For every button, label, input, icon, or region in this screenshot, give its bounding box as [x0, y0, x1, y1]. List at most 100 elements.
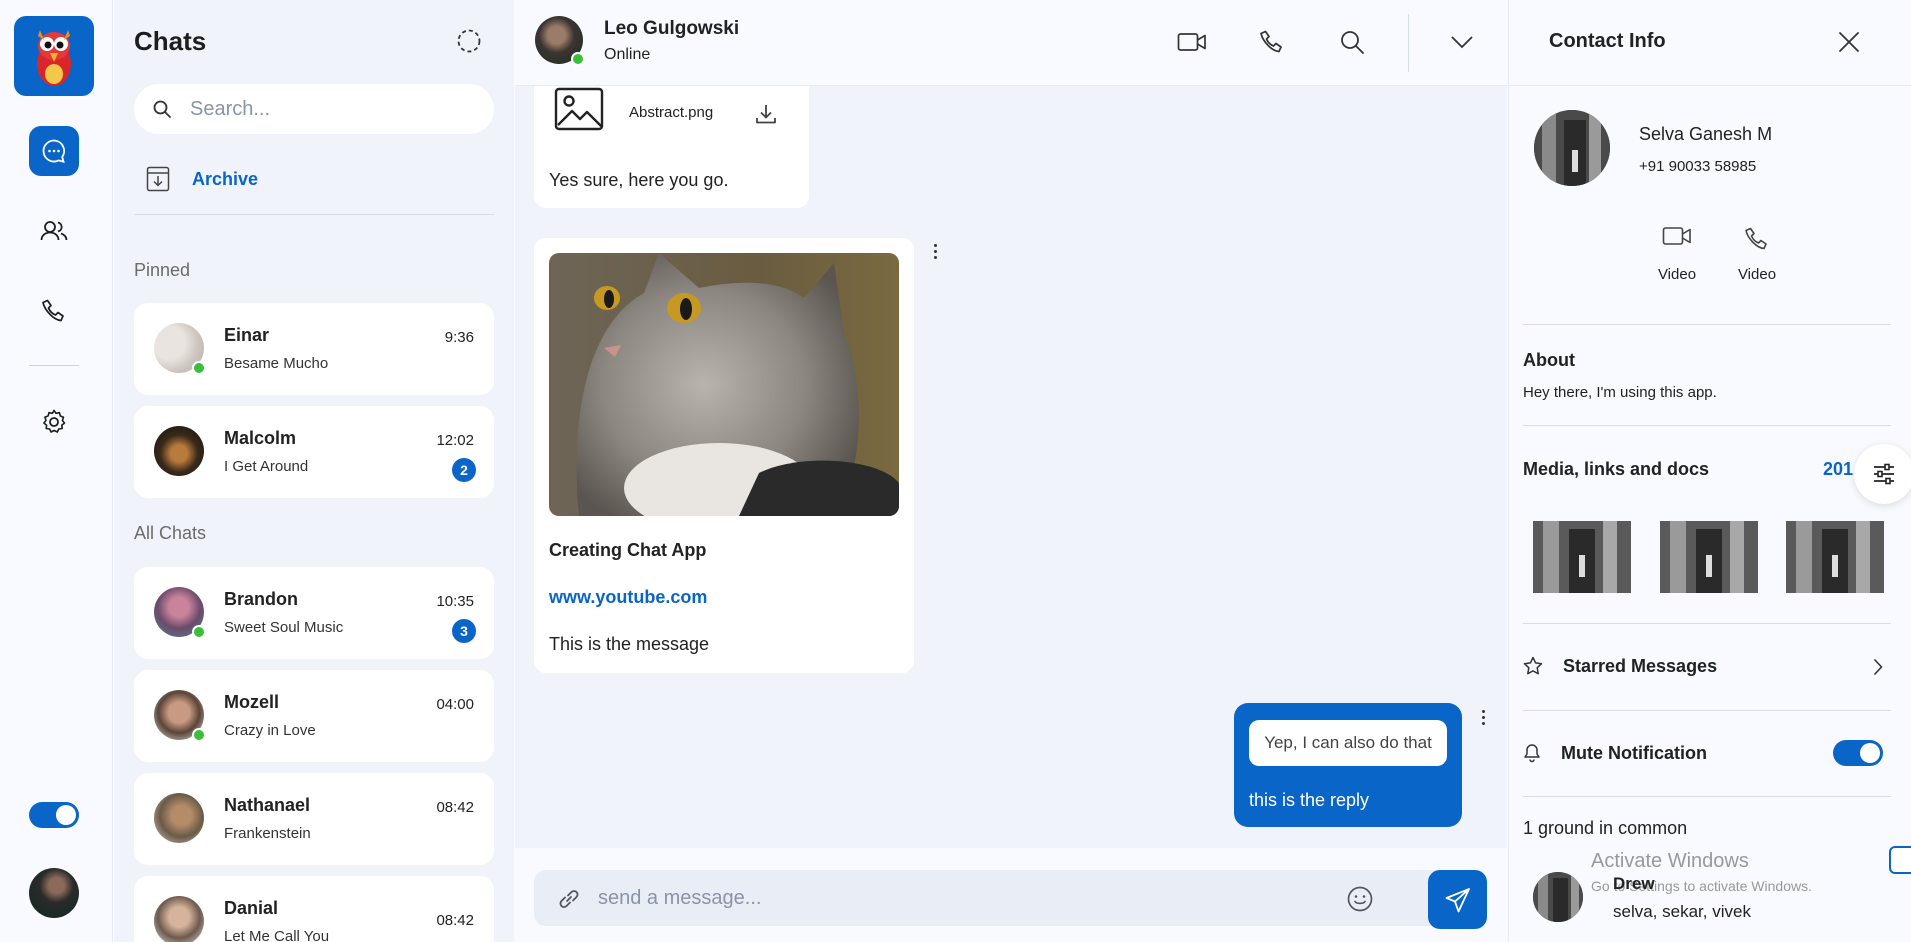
phone-icon [42, 299, 64, 322]
chat-item-nathanael[interactable]: Nathanael Frankenstein 08:42 [134, 773, 494, 865]
message-text: This is the message [549, 634, 710, 654]
video-camera-icon [1662, 227, 1691, 245]
new-status-button[interactable] [456, 28, 482, 54]
action-label: Video [1657, 266, 1697, 283]
gear-icon [43, 409, 66, 433]
filter-button[interactable] [1854, 444, 1911, 504]
message-options-icon[interactable] [1475, 706, 1491, 728]
chat-preview: Let Me Call You [224, 928, 330, 942]
chat-name: Mozell [224, 692, 280, 712]
starred-messages-row[interactable]: Starred Messages [1523, 646, 1891, 686]
contact-voice-call-button[interactable]: Video [1722, 226, 1792, 283]
search-conversation-button[interactable] [1332, 22, 1372, 62]
online-indicator [192, 728, 206, 742]
search-icon [153, 100, 171, 118]
archive-link[interactable]: Archive [146, 166, 258, 192]
contact-video-call-button[interactable]: Video [1642, 226, 1712, 283]
chat-bubble-icon [42, 139, 66, 163]
users-icon [40, 221, 68, 241]
pinned-heading: Pinned [134, 260, 191, 280]
message-field[interactable] [534, 870, 1454, 926]
starred-label: Starred Messages [1563, 655, 1718, 676]
online-indicator [571, 52, 585, 66]
send-paper-plane-icon [1445, 887, 1470, 912]
message-composer [515, 848, 1507, 942]
media-thumbnail[interactable] [1786, 521, 1884, 593]
media-count[interactable]: 201 [1823, 459, 1853, 480]
toggle-knob [1860, 743, 1880, 763]
chats-divider [134, 214, 494, 215]
conversation-menu-button[interactable] [1442, 22, 1482, 62]
sliders-icon [1874, 463, 1894, 485]
close-icon [1839, 32, 1859, 52]
section-divider [1523, 710, 1891, 711]
chat-preview: Frankenstein [224, 825, 311, 842]
chats-panel: Chats Archive Pinned Einar Besame Mucho … [114, 0, 514, 942]
chat-preview: Besame Mucho [224, 355, 329, 372]
chat-item-malcolm[interactable]: Malcolm I Get Around 12:02 2 [134, 406, 494, 498]
app-logo[interactable] [14, 16, 94, 96]
video-call-button[interactable] [1172, 22, 1212, 62]
search-input[interactable] [190, 97, 470, 121]
chat-time: 04:00 [436, 696, 474, 713]
contact-info-avatar[interactable] [1534, 110, 1610, 186]
message-image[interactable] [549, 253, 899, 516]
chevron-down-icon [1451, 36, 1473, 49]
chat-item-einar[interactable]: Einar Besame Mucho 9:36 [134, 303, 494, 395]
avatar [154, 426, 204, 476]
group-avatar[interactable] [1533, 872, 1583, 922]
emoji-smiley-icon[interactable] [1346, 885, 1374, 913]
rail-calls-button[interactable] [29, 286, 79, 336]
chat-search[interactable] [134, 84, 494, 134]
download-icon[interactable] [754, 102, 778, 126]
taskbar-app-icon[interactable] [1889, 846, 1911, 874]
theme-toggle[interactable] [29, 802, 79, 828]
action-label: Video [1737, 266, 1777, 283]
media-thumbnail[interactable] [1533, 521, 1631, 593]
contact-info-title: Contact Info [1549, 30, 1666, 52]
chat-time: 08:42 [436, 799, 474, 816]
link-url[interactable]: www.youtube.com [549, 587, 707, 608]
media-thumbnail[interactable] [1660, 521, 1758, 593]
conversation-panel: Abstract.png Yes sure, here you go. Crea… [515, 0, 1507, 942]
chat-item-danial[interactable]: Danial Let Me Call You 08:42 [134, 876, 494, 942]
message-input[interactable] [598, 884, 1298, 912]
quoted-message[interactable]: Yep, I can also do that [1249, 720, 1447, 766]
attachment-link-icon[interactable] [556, 886, 582, 912]
bell-icon [1524, 744, 1540, 763]
unread-badge: 3 [452, 619, 476, 643]
contact-info-header: Contact Info [1509, 0, 1911, 86]
rail-settings-button[interactable] [29, 397, 79, 447]
nav-rail [0, 0, 113, 942]
group-name[interactable]: Drew [1613, 874, 1655, 894]
star-icon [1523, 656, 1543, 675]
rail-contacts-button[interactable] [29, 206, 79, 256]
mute-toggle[interactable] [1833, 740, 1883, 766]
chat-name: Einar [224, 325, 270, 345]
profile-avatar[interactable] [29, 868, 79, 918]
all-chats-heading: All Chats [134, 523, 207, 543]
close-button[interactable] [1831, 24, 1867, 60]
about-heading: About [1523, 350, 1575, 370]
search-icon [1341, 31, 1364, 54]
contact-name[interactable]: Leo Gulgowski [604, 18, 739, 40]
contact-phone: +91 90033 58985 [1639, 158, 1757, 175]
street-photo [1533, 521, 1631, 593]
street-photo [1533, 872, 1583, 922]
image-file-icon [554, 87, 604, 131]
rail-chats-button[interactable] [29, 126, 79, 176]
avatar [154, 896, 204, 942]
voice-call-button[interactable] [1252, 22, 1292, 62]
online-indicator [192, 625, 206, 639]
video-camera-icon [1177, 33, 1206, 51]
chat-item-mozell[interactable]: Mozell Crazy in Love 04:00 [134, 670, 494, 762]
activate-windows-title: Activate Windows [1591, 850, 1749, 872]
chat-item-brandon[interactable]: Brandon Sweet Soul Music 10:35 3 [134, 567, 494, 659]
archive-box-icon [146, 166, 170, 192]
dashed-circle-icon [457, 29, 481, 53]
chevron-right-icon [1873, 658, 1883, 676]
phone-icon [1745, 227, 1767, 250]
message-options-icon[interactable] [927, 240, 943, 262]
send-button[interactable] [1428, 870, 1487, 929]
message-text: Yes sure, here you go. [549, 170, 729, 190]
